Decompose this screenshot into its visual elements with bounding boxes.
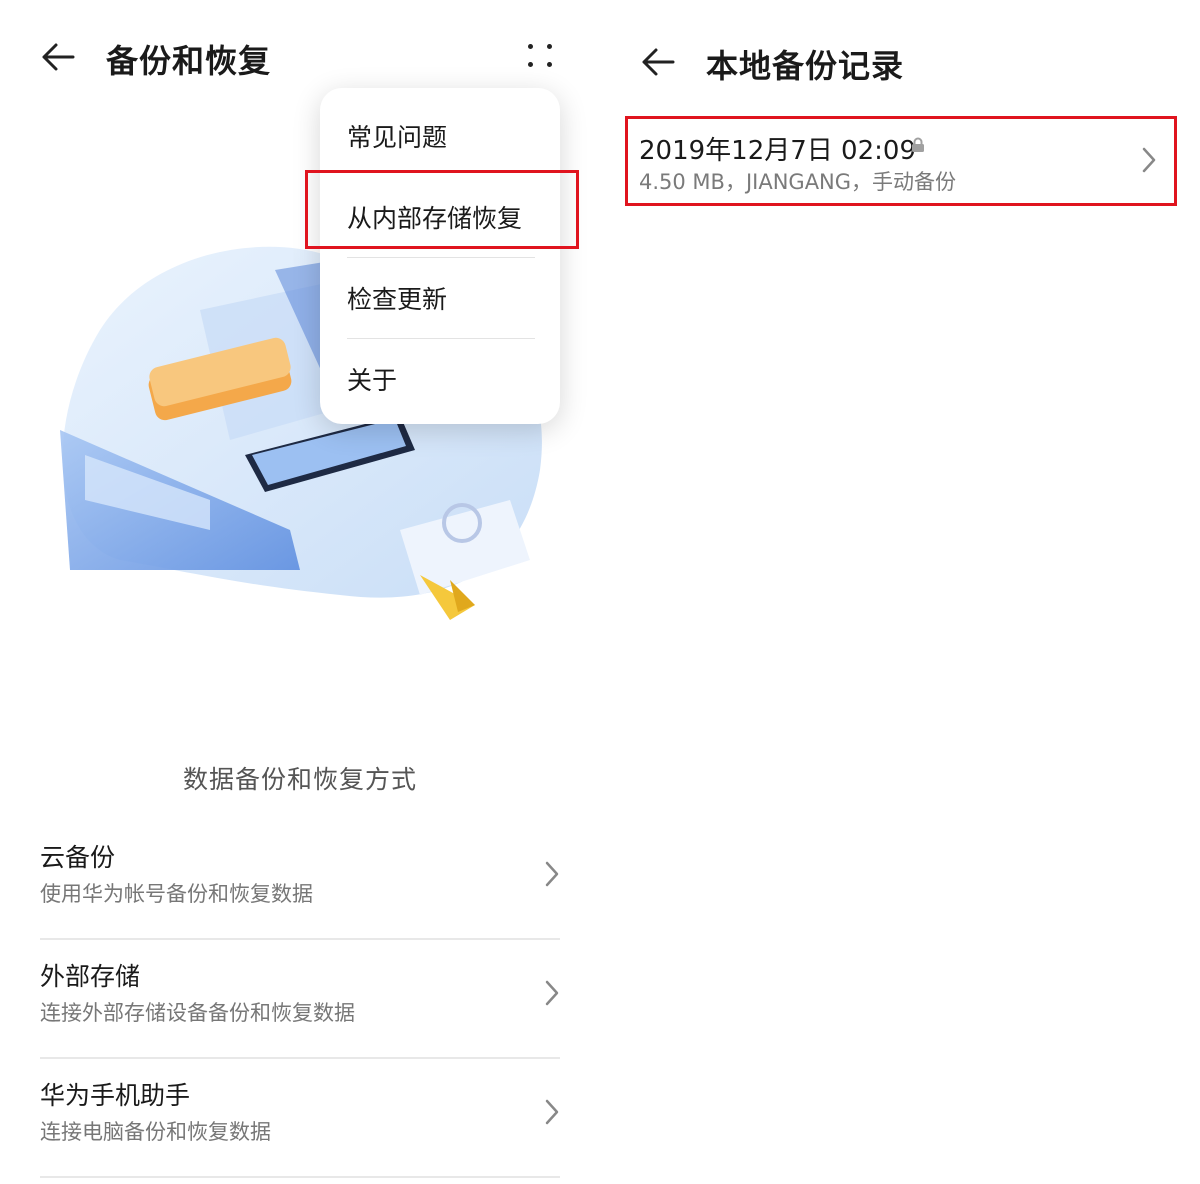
option-subtitle: 连接电脑备份和恢复数据: [40, 1120, 271, 1144]
backup-record-item[interactable]: 2019年12月7日 02:09 4.50 MB，JIANGANG，手动备份: [625, 116, 1177, 206]
menu-item-label: 常见问题: [347, 123, 448, 152]
back-button[interactable]: [633, 37, 683, 87]
option-subtitle: 使用华为帐号备份和恢复数据: [40, 882, 313, 906]
back-arrow-icon: [642, 48, 675, 76]
menu-item-label: 关于: [347, 366, 398, 395]
menu-item-check-update[interactable]: 检查更新: [320, 258, 560, 338]
divider: [40, 1176, 560, 1178]
divider: [40, 1057, 560, 1059]
divider: [40, 938, 560, 940]
back-arrow-icon: [42, 43, 75, 71]
option-hisuite[interactable]: 华为手机助手 连接电脑备份和恢复数据: [40, 1060, 560, 1178]
option-subtitle: 连接外部存储设备备份和恢复数据: [40, 1001, 355, 1025]
chevron-right-icon: [545, 1099, 559, 1125]
page-title: 备份和恢复: [106, 42, 272, 80]
section-title: 数据备份和恢复方式: [182, 765, 417, 794]
overflow-menu: 常见问题 从内部存储恢复 检查更新 关于: [320, 88, 560, 424]
lock-icon: [912, 137, 924, 152]
option-title: 华为手机助手: [40, 1081, 191, 1110]
menu-item-about[interactable]: 关于: [320, 339, 560, 419]
option-external-storage[interactable]: 外部存储 连接外部存储设备备份和恢复数据: [40, 941, 560, 1059]
option-title: 云备份: [40, 843, 116, 872]
menu-item-label: 检查更新: [347, 285, 448, 314]
record-datetime: 2019年12月7日 02:09: [639, 136, 916, 166]
menu-item-faq[interactable]: 常见问题: [320, 96, 560, 176]
menu-item-label: 从内部存储恢复: [347, 204, 523, 233]
back-button[interactable]: [33, 32, 83, 82]
menu-item-restore-internal[interactable]: 从内部存储恢复: [320, 177, 560, 257]
page-title: 本地备份记录: [706, 47, 905, 85]
chevron-right-icon: [545, 980, 559, 1006]
backup-restore-screen: 备份和恢复 常见问题 从内部存储恢复 检查更新 关于 数据备份和恢复方式 云备份…: [0, 0, 600, 1184]
option-cloud-backup[interactable]: 云备份 使用华为帐号备份和恢复数据: [40, 822, 560, 940]
more-button[interactable]: [515, 36, 565, 76]
option-title: 外部存储: [40, 962, 141, 991]
chevron-right-icon: [545, 861, 559, 887]
chevron-right-icon: [1142, 147, 1156, 173]
record-details: 4.50 MB，JIANGANG，手动备份: [639, 170, 957, 194]
